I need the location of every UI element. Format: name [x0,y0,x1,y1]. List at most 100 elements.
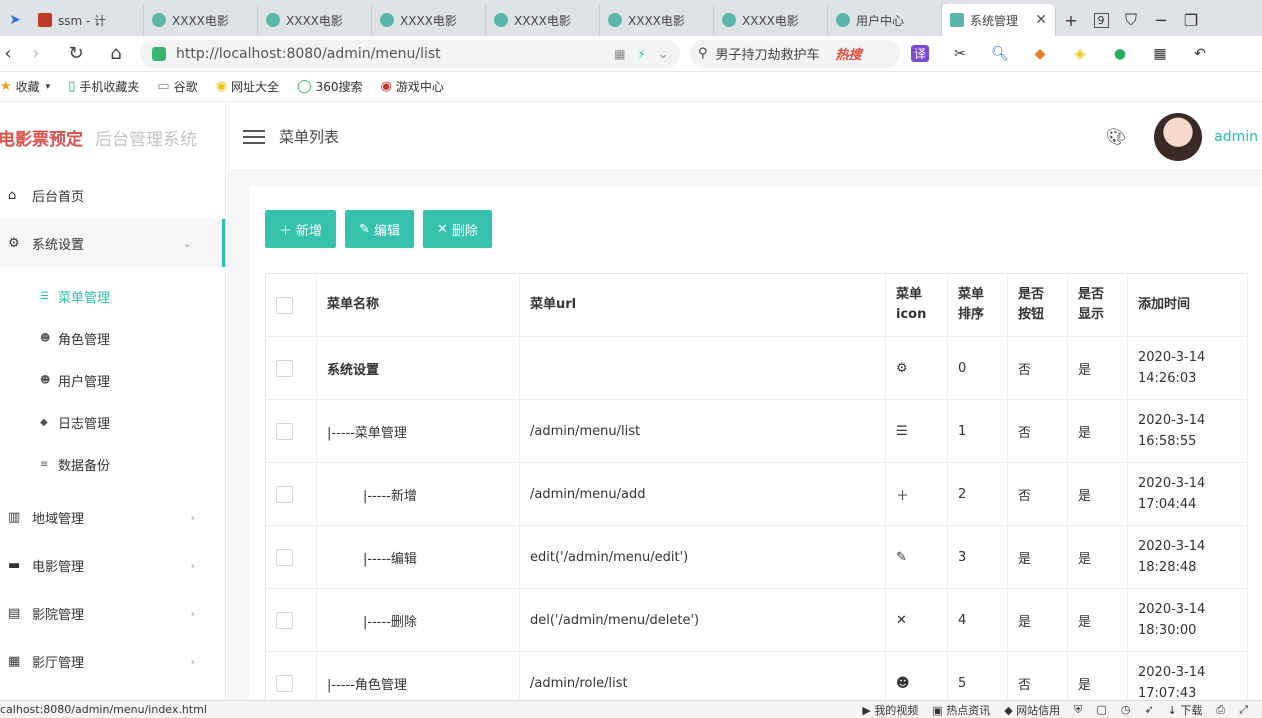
reload-icon[interactable]: ↻ [56,36,96,72]
bookmark-item[interactable]: ★ 收藏 ▾ [0,78,50,95]
sidebar-item-system-settings[interactable]: ⚙ 系统设置 ⌄ [0,219,225,267]
status-print-icon[interactable]: ⎙ [1216,703,1225,717]
browser-tab-active[interactable]: 系统管理 ✕ [942,4,1056,36]
tab-close-icon[interactable]: ✕ [1035,12,1047,28]
restore-icon[interactable]: ❐ [1176,4,1206,36]
select-all-checkbox[interactable] [276,296,293,314]
created-time-cell: 2020-3-14 16:58:55 [1127,399,1248,463]
sidebar-item-region[interactable]: ▥ 地域管理 › [0,493,225,541]
admin-app: 电影票预定 后台管理系统 ⌂ 后台首页 ⚙ 系统设置 ⌄ ☰ 菜单管理 ☻ 角色… [0,103,1262,715]
new-tab-icon[interactable]: + [1056,4,1086,36]
sidebar-item-home[interactable]: ⌂ 后台首页 [0,171,225,219]
sidebar-subitem-user[interactable]: ☻ 用户管理 [0,359,225,401]
chevron-down-icon[interactable]: ⌄ [658,47,668,61]
browser-tab[interactable]: XXXX电影 [258,4,372,36]
avatar[interactable] [1154,113,1202,161]
row-checkbox[interactable] [276,359,293,377]
browser-tab[interactable]: 用户中心 [828,4,942,36]
translate-icon[interactable]: 译 [900,45,940,62]
status-clock-icon[interactable]: ◷ [1121,703,1131,716]
add-button[interactable]: ＋新增 [265,210,337,248]
status-credit[interactable]: ◆ 网站信用 [1004,702,1060,718]
row-checkbox[interactable] [276,422,293,440]
sidebar-subitem-menu[interactable]: ☰ 菜单管理 [0,275,225,317]
sidebar-item-cinema[interactable]: ▤ 影院管理 › [0,589,225,637]
table-row[interactable]: |-----编辑 edit('/admin/menu/edit') ✎ 3 是 … [265,525,1248,589]
edit-button[interactable]: ✎ 编辑 [345,210,414,248]
menu-sort-cell: 1 [947,399,1008,463]
column-header: 菜单 icon [885,273,948,337]
browser-tab[interactable]: XXXX电影 [372,4,486,36]
sidebar-item-movie[interactable]: ▬ 电影管理 › [0,541,225,589]
phone-icon: ▯ [68,79,76,94]
coin-icon[interactable]: ◈ [1060,46,1100,62]
is-show-cell: 是 [1067,588,1128,652]
table-row[interactable]: |-----新增 /admin/menu/add ＋ 2 否 是 2020-3-… [265,462,1248,526]
status-rocket-icon[interactable]: ➶ [1144,703,1153,716]
forward-icon[interactable]: › [16,36,56,72]
row-checkbox[interactable] [276,674,293,692]
browser-tab[interactable]: XXXX电影 [486,4,600,36]
created-time-cell: 2020-3-14 14:26:03 [1127,336,1248,400]
is-button-cell: 否 [1007,399,1068,463]
minimize-icon[interactable]: ─ [1146,4,1176,36]
chevron-right-icon: › [190,654,195,668]
hamburger-menu-icon[interactable] [243,129,265,144]
column-header: 添加时间 [1127,273,1248,337]
bookmark-item[interactable]: ◉ 游戏中心 [381,78,444,95]
row-checkbox[interactable] [276,611,293,629]
is-button-cell: 否 [1007,336,1068,400]
qr-icon[interactable]: ▦ [614,47,625,61]
browser-tab[interactable]: ssm - 计 [30,4,144,36]
tab-counter-icon[interactable]: 9 [1086,4,1116,36]
home-page-icon[interactable]: ⌂ [96,36,136,72]
chat-icon[interactable]: ● [1100,46,1140,62]
bookmark-item[interactable]: ▯ 手机收藏夹 [68,78,139,95]
lightning-icon[interactable]: ⚡ [638,47,646,61]
shirt-icon[interactable]: ⛉ [1116,4,1146,36]
plus-icon: ＋ [885,462,948,526]
scissors-icon[interactable]: ✂ [940,46,980,62]
star-icon: ★ [0,79,12,94]
status-download[interactable]: ↓ 下载 [1168,702,1203,718]
browser-tab[interactable]: XXXX电影 [714,4,828,36]
palette-icon[interactable]: 🎨︎ [1106,127,1126,146]
game-icon[interactable]: ◆ [1020,46,1060,62]
created-time-cell: 2020-3-14 18:28:48 [1127,525,1248,589]
browser-tab[interactable]: XXXX电影 [144,4,258,36]
apps-icon[interactable]: ▦ [1140,46,1180,62]
bookmark-item[interactable]: ◯ 360搜索 [297,78,362,95]
sidebar-subitem-backup[interactable]: ≡ 数据备份 [0,443,225,485]
delete-button[interactable]: ✕ 删除 [422,210,492,248]
menu-url-cell [519,336,886,400]
status-shield-icon[interactable]: ⛨ [1074,703,1082,717]
url-input[interactable]: http://localhost:8080/admin/menu/list ▦ … [140,39,680,68]
status-zoom-icon[interactable]: ⤢ [1239,703,1248,717]
undo-icon[interactable]: ↶ [1180,46,1220,62]
bookmark-item[interactable]: ▭ 谷歌 [157,78,197,95]
created-time-cell: 2020-3-14 17:04:44 [1127,462,1248,526]
browser-nav-icon[interactable]: ➤ [0,4,30,36]
table-row[interactable]: 系统设置 ⚙ 0 否 是 2020-3-14 14:26:03 [265,336,1248,400]
username[interactable]: admin [1214,129,1258,145]
close-icon: ✕ [436,221,448,237]
browser-search-input[interactable]: ⚲ 男子持刀劫救护车 热搜 [690,39,900,68]
status-video[interactable]: ▶ 我的视频 [862,702,918,718]
created-time-cell: 2020-3-14 18:30:00 [1127,588,1248,652]
table-row[interactable]: |-----菜单管理 /admin/menu/list ☰ 1 否 是 2020… [265,399,1248,463]
row-checkbox[interactable] [276,485,293,503]
magnifier-icon[interactable]: 🔍︎ [980,46,1020,62]
browser-tab[interactable]: XXXX电影 [600,4,714,36]
sidebar-subitem-role[interactable]: ☻ 角色管理 [0,317,225,359]
bookmark-item[interactable]: ◉ 网址大全 [216,78,279,95]
sidebar-subitem-log[interactable]: ◆ 日志管理 [0,401,225,443]
status-image-icon[interactable]: ▢ [1096,703,1106,716]
table-row[interactable]: |-----删除 del('/admin/menu/delete') ✕ 4 是… [265,588,1248,652]
status-news[interactable]: ▣ 热点资讯 [932,702,990,718]
menu-url-cell: del('/admin/menu/delete') [519,588,886,652]
menu-url-cell: /admin/menu/add [519,462,886,526]
is-show-cell: 是 [1067,399,1128,463]
sidebar-item-hall[interactable]: ▦ 影厅管理 › [0,637,225,685]
row-checkbox[interactable] [276,548,293,566]
back-icon[interactable]: ‹ [0,36,16,72]
